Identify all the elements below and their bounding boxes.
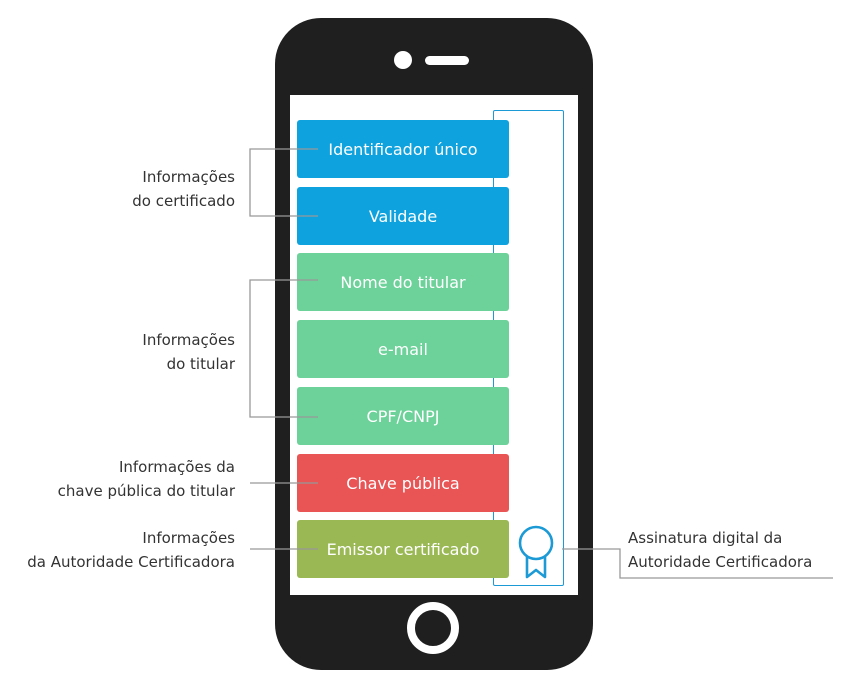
label-line: Informações [142, 168, 235, 186]
label-ca-info: Informações da Autoridade Certificadora [27, 526, 235, 574]
label-line: do certificado [132, 192, 235, 210]
label-line: da Autoridade Certificadora [27, 553, 235, 571]
label-digital-signature: Assinatura digital da Autoridade Certifi… [628, 526, 812, 574]
holder-info-bracket [249, 279, 318, 418]
label-line: Informações da [118, 458, 235, 476]
label-certificate-info: Informações do certificado [132, 165, 235, 213]
label-public-key-info: Informações da chave pública do titular [58, 455, 235, 503]
award-ribbon-icon [518, 525, 554, 579]
certificate-info-bracket [249, 148, 318, 217]
label-line: chave pública do titular [57, 482, 235, 500]
label-holder-info: Informações do titular [142, 328, 235, 376]
label-line: Autoridade Certificadora [628, 553, 813, 571]
label-line: Informações [142, 331, 235, 349]
label-line: do titular [166, 355, 235, 373]
label-line: Informações [142, 529, 235, 547]
diagram-overlay [249, 148, 833, 579]
label-line: Assinatura digital da [628, 529, 783, 547]
